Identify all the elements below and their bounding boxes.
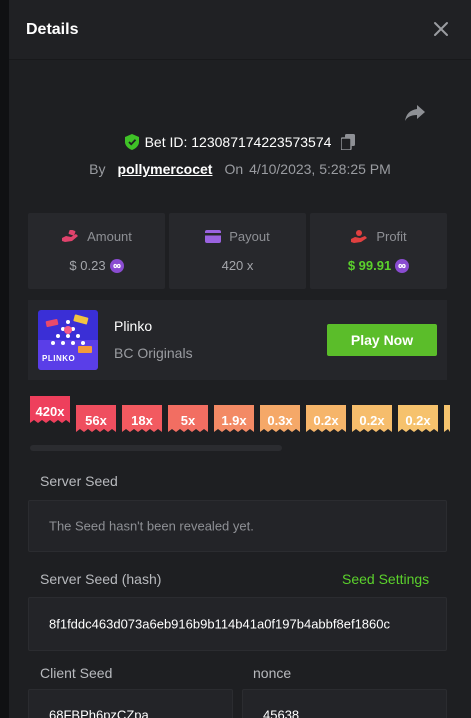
verified-shield-icon	[124, 134, 139, 150]
share-icon[interactable]	[404, 103, 426, 123]
multiplier-value: 420x	[35, 403, 65, 419]
game-card: PLINKO Plinko BC Originals Play Now	[28, 300, 447, 380]
game-provider: BC Originals	[114, 345, 193, 361]
amount-label: Amount	[87, 229, 132, 244]
on-label: On	[224, 161, 244, 177]
payout-card: Payout 420 x	[169, 213, 306, 289]
amount-card: Amount $ 0.23	[28, 213, 165, 289]
bet-stats: Amount $ 0.23 Payout 420 x Profit $ 99.9…	[28, 213, 447, 289]
multiplier-value: 0.2x	[359, 412, 385, 428]
multiplier-value: 56x	[85, 412, 107, 428]
nonce-value: 45638	[263, 707, 300, 718]
profit-card: Profit $ 99.91	[310, 213, 447, 289]
details-panel: Details Bet ID: 123087174223573574 By po…	[9, 0, 471, 718]
by-label: By	[89, 161, 106, 177]
close-icon[interactable]	[432, 20, 450, 38]
multiplier-chip: 0.2x	[352, 405, 392, 435]
bet-meta-row: By pollymercocet On 4/10/2023, 5:28:25 P…	[9, 159, 471, 179]
multiplier-scrollbar[interactable]	[30, 445, 282, 451]
bet-datetime: 4/10/2023, 5:28:25 PM	[249, 161, 391, 177]
server-seed-label: Server Seed	[40, 473, 118, 489]
profit-hand-icon	[351, 229, 368, 243]
server-hash-value: 8f1fddc463d073a6eb916b9b114b41a0f197b4ab…	[49, 616, 390, 632]
game-thumbnail[interactable]: PLINKO	[38, 310, 98, 370]
coin-icon	[395, 258, 410, 273]
multiplier-chip: 1.9x	[214, 405, 254, 435]
multiplier-value: 18x	[131, 412, 153, 428]
multiplier-chip: 420x	[30, 396, 70, 426]
multiplier-chip: 0.2x	[398, 405, 438, 435]
server-seed-value: The Seed hasn't been revealed yet.	[49, 518, 254, 534]
multiplier-chip-partial	[444, 405, 450, 435]
multiplier-value: 0.2x	[313, 412, 339, 428]
multiplier-value: 0.2x	[405, 412, 431, 428]
profit-value: $ 99.91	[347, 258, 392, 273]
multiplier-value: 0.3x	[267, 412, 293, 428]
multiplier-chip: 56x	[76, 405, 116, 435]
game-name: Plinko	[114, 318, 153, 334]
nonce-label: nonce	[253, 665, 292, 681]
profit-label: Profit	[376, 229, 407, 244]
username-link[interactable]: pollymercocet	[118, 161, 213, 177]
details-header: Details	[9, 0, 471, 60]
play-now-button[interactable]: Play Now	[327, 324, 437, 356]
multiplier-chip: 18x	[122, 405, 162, 435]
multiplier-strip[interactable]: 420x 56x 18x 5x 1.9x 0.3x 0.2x 0.2x 0.2x	[30, 394, 471, 444]
amount-value: $ 0.23	[69, 258, 106, 273]
bet-id-row: Bet ID: 123087174223573574	[9, 132, 471, 152]
multiplier-chip: 0.3x	[260, 405, 300, 435]
payout-value: 420 x	[221, 258, 254, 273]
server-hash-label: Server Seed (hash)	[40, 571, 162, 587]
server-seed-field: The Seed hasn't been revealed yet.	[28, 500, 447, 552]
page-title: Details	[26, 21, 79, 38]
client-seed-value: 68FBPh6pzCZpa	[49, 707, 149, 718]
seed-settings-link[interactable]: Seed Settings	[342, 571, 429, 587]
game-thumbnail-text: PLINKO	[42, 354, 76, 363]
bet-id: Bet ID: 123087174223573574	[144, 134, 332, 150]
client-seed-label: Client Seed	[40, 665, 113, 681]
payout-label: Payout	[229, 229, 270, 244]
multiplier-chip: 0.2x	[306, 405, 346, 435]
coin-icon	[109, 258, 124, 273]
multiplier-value: 1.9x	[221, 412, 247, 428]
amount-hand-icon	[62, 229, 79, 242]
copy-icon[interactable]	[341, 134, 356, 150]
client-seed-field[interactable]: 68FBPh6pzCZpa	[28, 689, 233, 718]
multiplier-value: 5x	[180, 412, 196, 428]
backdrop	[0, 0, 9, 718]
payout-card-icon	[205, 230, 222, 243]
nonce-field[interactable]: 45638	[242, 689, 447, 718]
server-hash-field[interactable]: 8f1fddc463d073a6eb916b9b114b41a0f197b4ab…	[28, 597, 447, 651]
multiplier-chip: 5x	[168, 405, 208, 435]
